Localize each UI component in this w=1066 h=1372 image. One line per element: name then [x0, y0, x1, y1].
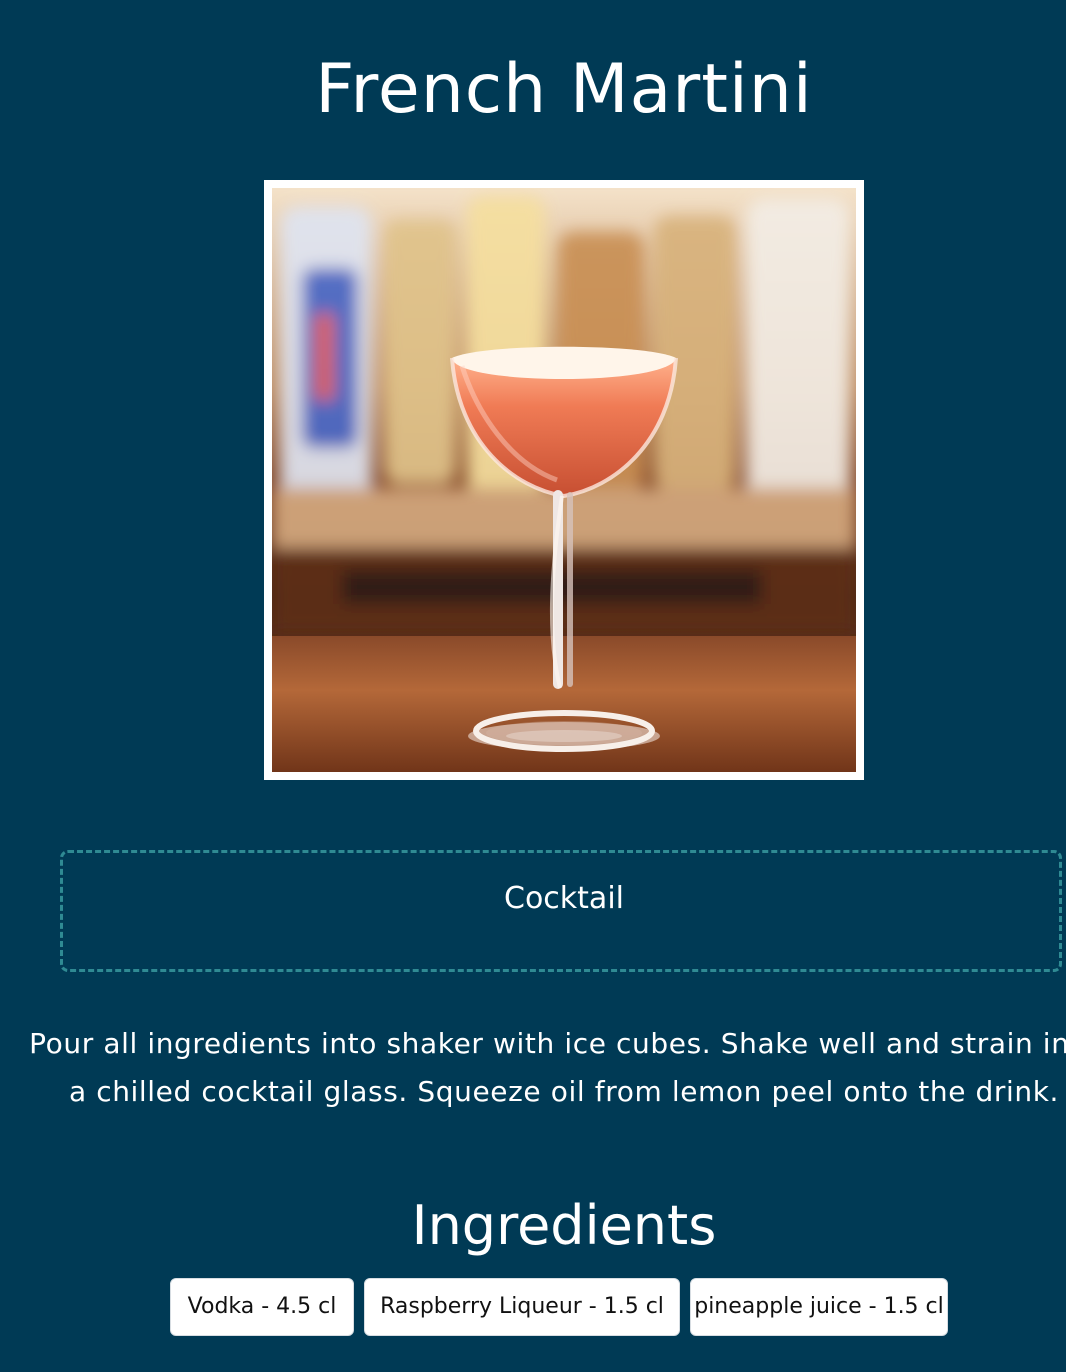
ingredients-list: Vodka - 4.5 cl Raspberry Liqueur - 1.5 c… — [170, 1278, 948, 1336]
drink-title: French Martini — [315, 50, 813, 129]
cocktail-glass-photo-image — [272, 188, 856, 772]
category-panel: Cocktail — [60, 850, 1062, 972]
ingredients-heading: Ingredients — [411, 1194, 717, 1257]
drink-instructions: Pour all ingredients into shaker with ic… — [29, 1027, 1066, 1108]
ingredient-chip-pineapple-juice: pineapple juice - 1.5 cl — [690, 1278, 948, 1336]
ingredient-chip-vodka: Vodka - 4.5 cl — [170, 1278, 354, 1336]
drink-photo — [264, 180, 864, 780]
drink-category: Cocktail — [504, 881, 624, 916]
ingredient-chip-raspberry-liqueur: Raspberry Liqueur - 1.5 cl — [364, 1278, 680, 1336]
